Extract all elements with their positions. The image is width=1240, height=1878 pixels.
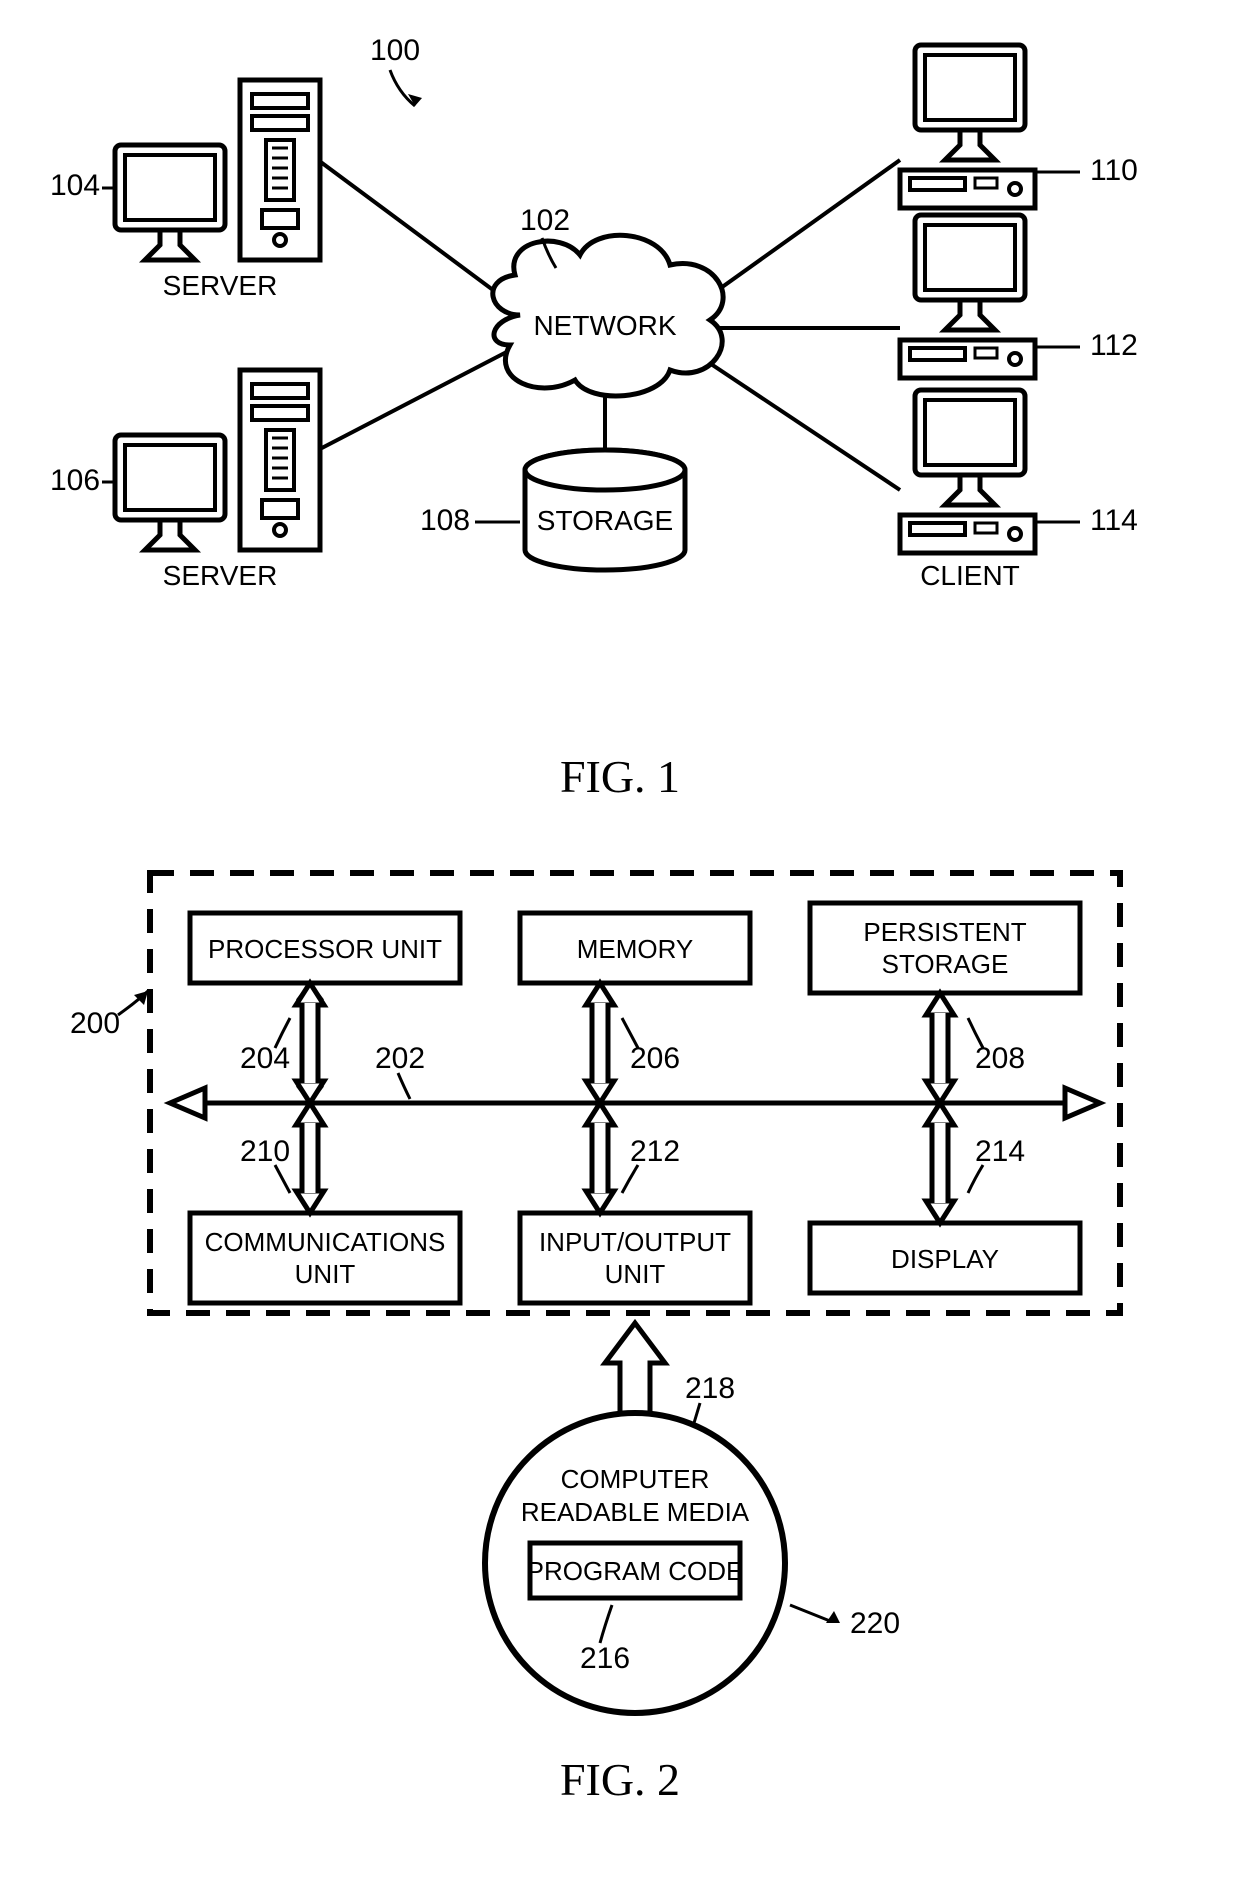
ref-106: 106 xyxy=(50,464,100,497)
ref-102: 102 xyxy=(520,204,570,237)
svg-text:UNIT: UNIT xyxy=(605,1259,666,1289)
svg-text:MEMORY: MEMORY xyxy=(577,934,694,964)
ref-114: 114 xyxy=(1090,504,1138,537)
server-1-label: SERVER xyxy=(163,270,278,301)
ref-200: 200 xyxy=(70,1007,120,1040)
ref-112: 112 xyxy=(1090,329,1138,362)
server-2: SERVER xyxy=(115,370,320,591)
memory-box: MEMORY xyxy=(520,913,750,983)
ref-212: 212 xyxy=(630,1135,680,1168)
svg-text:COMMUNICATIONS: COMMUNICATIONS xyxy=(205,1227,446,1257)
client-2: CLIENT xyxy=(900,215,1035,416)
network-cloud: NETWORK xyxy=(493,235,723,396)
figure-2-diagram: 200 202 PROCESSOR UNIT MEMORY PERSISTENT… xyxy=(20,843,1220,1743)
svg-text:DISPLAY: DISPLAY xyxy=(891,1244,999,1274)
io-unit-box: INPUT/OUTPUT UNIT xyxy=(520,1213,750,1303)
figure-1-diagram: 100 NETWORK 102 SERVER 104 SERVER 106 ST… xyxy=(20,20,1220,740)
server-2-label: SERVER xyxy=(163,560,278,591)
display-box: DISPLAY xyxy=(810,1223,1080,1293)
svg-text:READABLE MEDIA: READABLE MEDIA xyxy=(521,1497,750,1527)
ref-210: 210 xyxy=(240,1135,290,1168)
figure-2-caption: FIG. 2 xyxy=(20,1753,1220,1806)
ref-218: 218 xyxy=(685,1372,735,1405)
ref-100: 100 xyxy=(370,34,420,67)
svg-text:INPUT/OUTPUT: INPUT/OUTPUT xyxy=(539,1227,731,1257)
ref-104: 104 xyxy=(50,169,100,202)
svg-text:STORAGE: STORAGE xyxy=(882,949,1009,979)
ref-216: 216 xyxy=(580,1642,630,1675)
ref-108: 108 xyxy=(420,504,470,537)
storage-label: STORAGE xyxy=(537,505,673,536)
persistent-storage-box: PERSISTENT STORAGE xyxy=(810,903,1080,993)
ref-204: 204 xyxy=(240,1042,290,1075)
processor-unit-box: PROCESSOR UNIT xyxy=(190,913,460,983)
client-3-label: CLIENT xyxy=(920,560,1020,591)
ref-202: 202 xyxy=(375,1042,425,1075)
server-1: SERVER xyxy=(115,80,320,301)
svg-text:COMPUTER: COMPUTER xyxy=(561,1464,710,1494)
ref-220: 220 xyxy=(850,1607,900,1640)
svg-text:PROCESSOR UNIT: PROCESSOR UNIT xyxy=(208,934,442,964)
svg-text:PROGRAM CODE: PROGRAM CODE xyxy=(527,1556,744,1586)
network-label: NETWORK xyxy=(533,310,676,341)
ref-110: 110 xyxy=(1090,154,1138,187)
figure-1-caption: FIG. 1 xyxy=(20,750,1220,803)
client-3: CLIENT xyxy=(900,390,1035,591)
communications-unit-box: COMMUNICATIONS UNIT xyxy=(190,1213,460,1303)
ref-214: 214 xyxy=(975,1135,1025,1168)
svg-text:PERSISTENT: PERSISTENT xyxy=(863,917,1026,947)
svg-text:UNIT: UNIT xyxy=(295,1259,356,1289)
storage-cylinder: STORAGE xyxy=(525,450,685,570)
computer-readable-media: COMPUTER READABLE MEDIA PROGRAM CODE xyxy=(485,1413,785,1713)
media-to-system-arrow xyxy=(605,1323,665,1413)
